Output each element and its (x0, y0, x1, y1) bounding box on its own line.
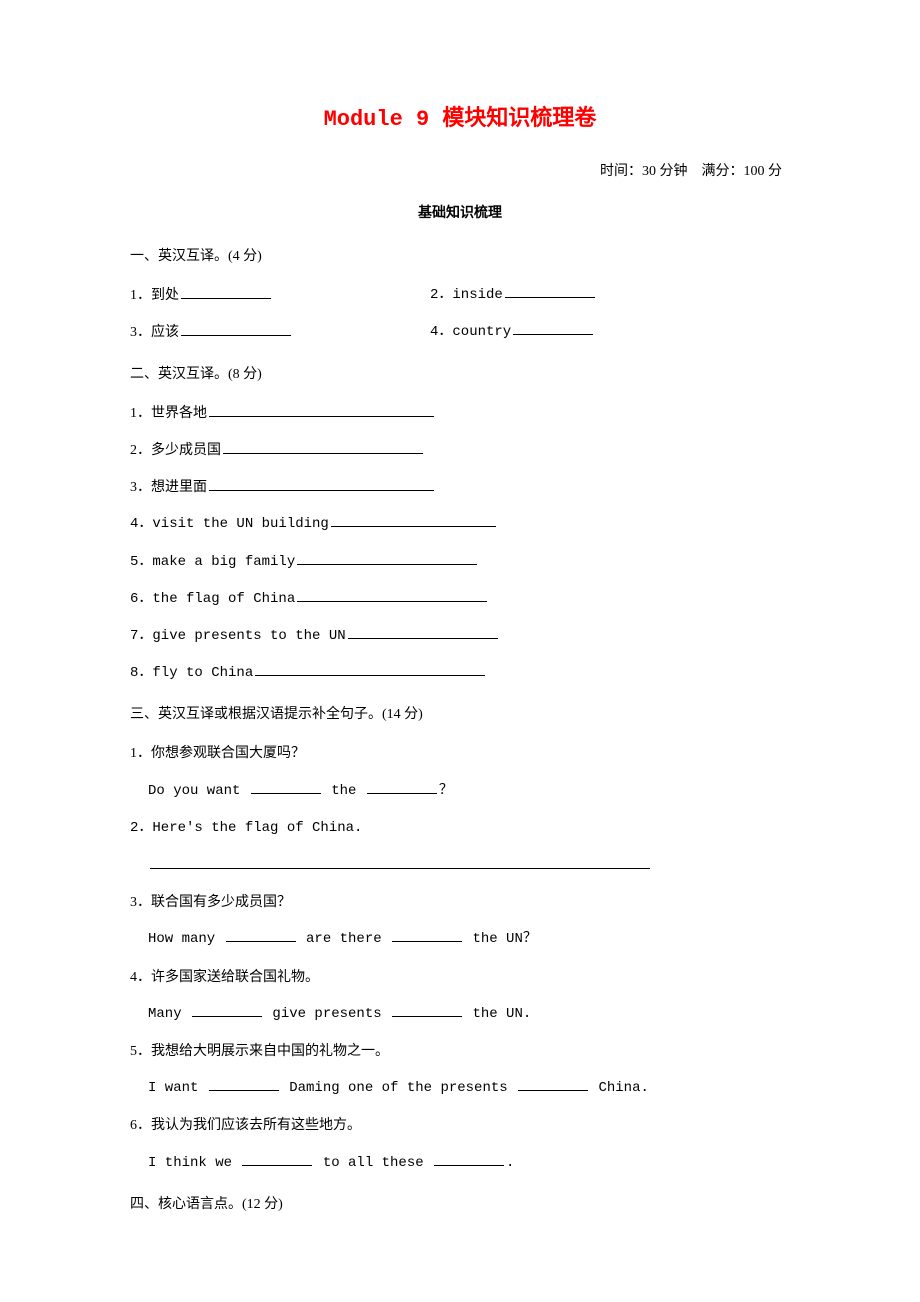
s2-q4-text: 4．visit the UN building (130, 516, 329, 532)
blank-field[interactable] (192, 1002, 262, 1017)
s2-q4: 4．visit the UN building (130, 512, 790, 537)
s2-q3: 3．想进里面 (130, 475, 790, 500)
blank-field[interactable] (209, 476, 434, 491)
s2-q8: 8．fly to China (130, 661, 790, 686)
blank-field[interactable] (242, 1151, 312, 1166)
s3-a4a: Many (148, 1006, 190, 1022)
s3-a3c: the UN？ (464, 931, 537, 947)
s3-q6: 6．我认为我们应该去所有这些地方。 (130, 1113, 790, 1138)
blank-field[interactable] (150, 854, 650, 869)
blank-field[interactable] (331, 512, 496, 527)
s3-a5b: Daming one of the presents (281, 1080, 516, 1096)
blank-field[interactable] (518, 1076, 588, 1091)
blank-field[interactable] (251, 779, 321, 794)
s2-q8-text: 8．fly to China (130, 665, 253, 681)
s2-q5: 5．make a big family (130, 550, 790, 575)
blank-field[interactable] (392, 1002, 462, 1017)
s3-a3b: are there (298, 931, 390, 947)
s3-a6b: to all these (314, 1155, 432, 1171)
s3-a1b: the (323, 783, 365, 799)
s2-q6-text: 6．the flag of China (130, 591, 295, 607)
section-2-head: 二、英汉互译。(8 分) (130, 362, 790, 387)
blank-field[interactable] (434, 1151, 504, 1166)
s1-q1: 1．到处 (130, 283, 430, 308)
s2-q2-text: 2．多少成员国 (130, 443, 221, 458)
section-4-head: 四、核心语言点。(12 分) (130, 1192, 790, 1217)
s3-a3: How many are there the UN？ (130, 927, 790, 952)
s3-a6: I think we to all these . (130, 1151, 790, 1176)
s3-q1: 1．你想参观联合国大厦吗？ (130, 741, 790, 766)
s1-q3: 3．应该 (130, 320, 430, 345)
s3-q3: 3．联合国有多少成员国？ (130, 890, 790, 915)
section-3-head: 三、英汉互译或根据汉语提示补全句子。(14 分) (130, 702, 790, 727)
blank-field[interactable] (226, 927, 296, 942)
blank-field[interactable] (181, 321, 291, 336)
s3-a4c: the UN. (464, 1006, 531, 1022)
s1-q3-text: 3．应该 (130, 325, 179, 340)
blank-field[interactable] (209, 1076, 279, 1091)
s2-q6: 6．the flag of China (130, 587, 790, 612)
blank-field[interactable] (297, 587, 487, 602)
s3-a4b: give presents (264, 1006, 390, 1022)
s2-q1-text: 1．世界各地 (130, 406, 207, 421)
section-subtitle: 基础知识梳理 (130, 202, 790, 222)
blank-field[interactable] (505, 283, 595, 298)
blank-field[interactable] (181, 284, 271, 299)
s1-q4: 4．country (430, 320, 790, 345)
blank-field[interactable] (223, 439, 423, 454)
s1-q2: 2．inside (430, 283, 790, 308)
s2-q7: 7．give presents to the UN (130, 624, 790, 649)
s1-row-2: 3．应该 4．country (130, 320, 790, 345)
s3-q5: 5．我想给大明展示来自中国的礼物之一。 (130, 1039, 790, 1064)
s3-a5a: I want (148, 1080, 207, 1096)
s3-a1c: ？ (439, 783, 453, 799)
s3-q2: 2．Here's the flag of China. (130, 816, 790, 841)
s3-a5: I want Daming one of the presents China. (130, 1076, 790, 1101)
s3-q4: 4．许多国家送给联合国礼物。 (130, 965, 790, 990)
s1-q4-text: 4．country (430, 324, 511, 340)
page-title: Module 9 模块知识梳理卷 (130, 100, 790, 132)
s3-a6a: I think we (148, 1155, 240, 1171)
s2-q3-text: 3．想进里面 (130, 480, 207, 495)
s3-a2 (130, 853, 790, 878)
s3-a3a: How many (148, 931, 224, 947)
s2-q7-text: 7．give presents to the UN (130, 628, 346, 644)
s3-a6c: . (506, 1155, 514, 1171)
blank-field[interactable] (367, 779, 437, 794)
s2-q1: 1．世界各地 (130, 401, 790, 426)
s3-a1a: Do you want (148, 783, 249, 799)
meta-info: 时间：30 分钟 满分：100 分 (130, 160, 790, 180)
s2-q2: 2．多少成员国 (130, 438, 790, 463)
blank-field[interactable] (209, 402, 434, 417)
s1-q1-text: 1．到处 (130, 288, 179, 303)
blank-field[interactable] (513, 320, 593, 335)
s1-q2-text: 2．inside (430, 287, 503, 303)
blank-field[interactable] (392, 927, 462, 942)
s3-a4: Many give presents the UN. (130, 1002, 790, 1027)
section-1-head: 一、英汉互译。(4 分) (130, 244, 790, 269)
blank-field[interactable] (348, 624, 498, 639)
worksheet-page: Module 9 模块知识梳理卷 时间：30 分钟 满分：100 分 基础知识梳… (0, 0, 920, 1291)
blank-field[interactable] (297, 550, 477, 565)
s3-a1: Do you want the ？ (130, 779, 790, 804)
s2-q5-text: 5．make a big family (130, 554, 295, 570)
blank-field[interactable] (255, 661, 485, 676)
s1-row-1: 1．到处 2．inside (130, 283, 790, 308)
s3-a5c: China. (590, 1080, 649, 1096)
